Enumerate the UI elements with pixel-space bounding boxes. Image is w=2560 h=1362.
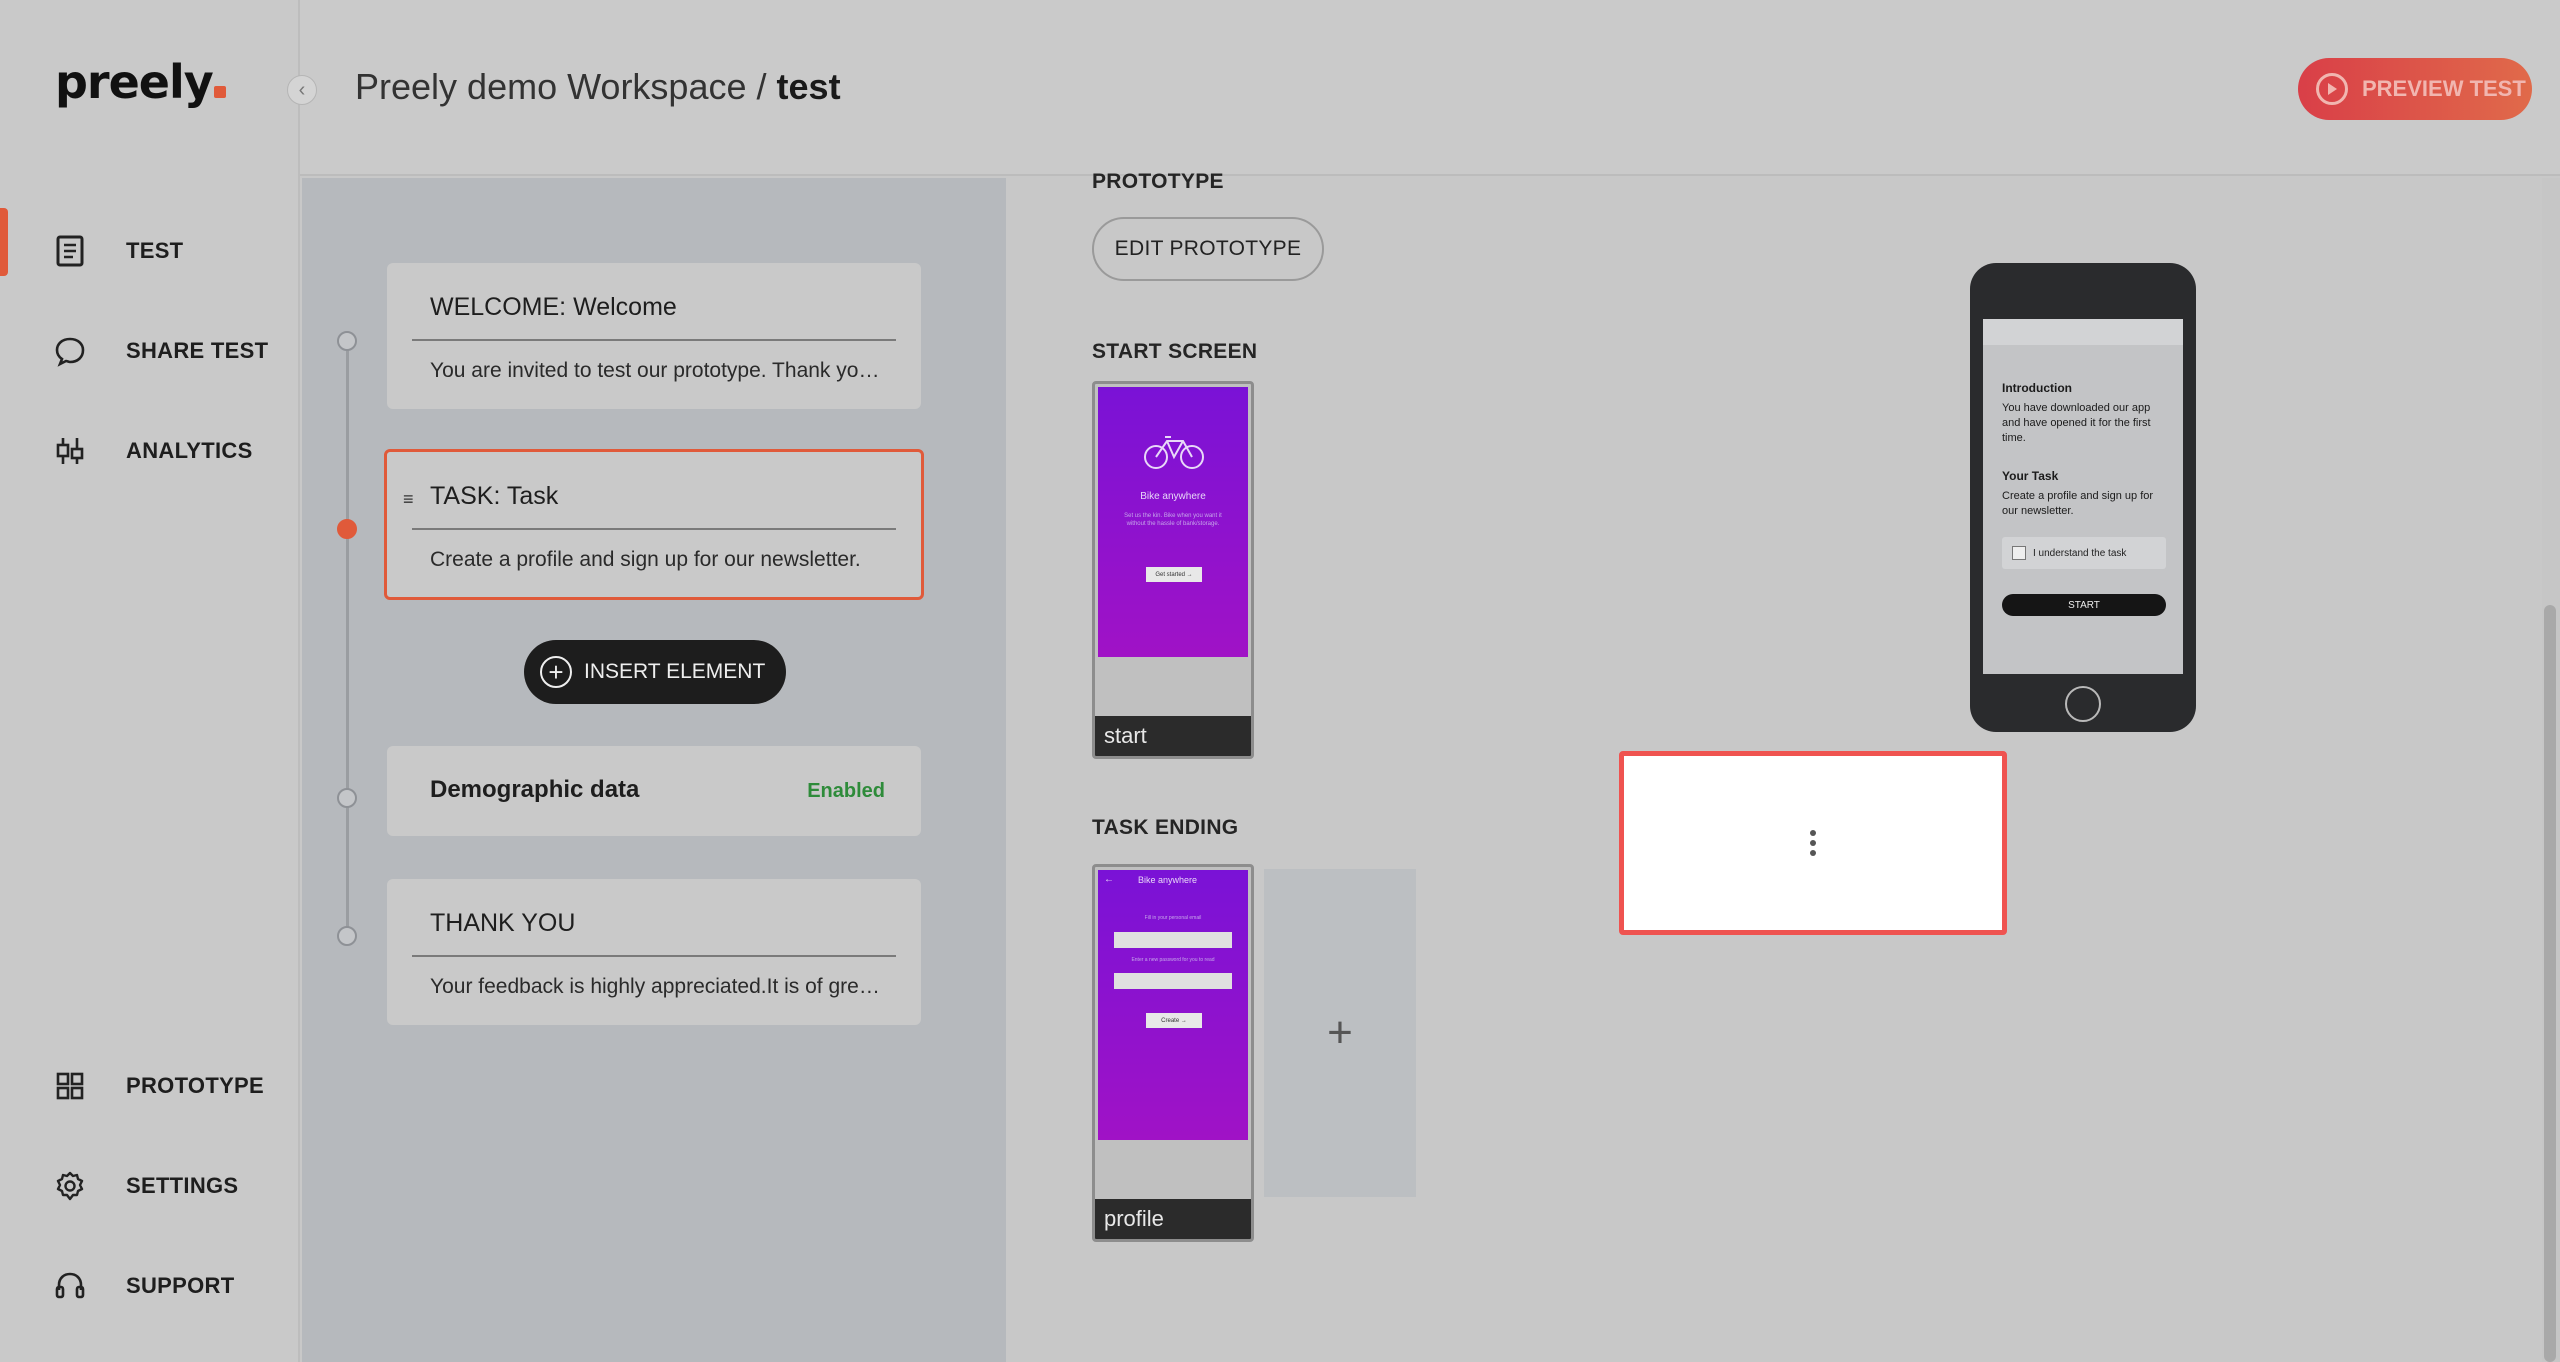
phone-intro-title: Introduction (2002, 381, 2072, 395)
task-title: TASK: Task (430, 482, 559, 510)
sidebar-item-label: SHARE TEST (126, 338, 269, 363)
collapse-sidebar-button[interactable]: ‹ (287, 75, 317, 105)
add-ending-screen-button[interactable]: + (1264, 869, 1416, 1197)
welcome-card[interactable]: WELCOME: Welcome You are invited to test… (387, 263, 921, 409)
start-screen-subtitle: Set us the kin. Bike when you want it wi… (1124, 513, 1222, 527)
demographic-title: Demographic data (430, 776, 640, 803)
task-ending-thumbnail[interactable]: ← Bike anywhere Fill in your personal em… (1092, 864, 1254, 1242)
welcome-description: You are invited to test our prototype. T… (430, 359, 880, 382)
plus-icon: + (1327, 1008, 1353, 1057)
preview-test-button[interactable]: PREVIEW TEST (2298, 58, 2532, 120)
analytics-icon (52, 433, 88, 469)
preely-logo[interactable]: preely (55, 55, 226, 109)
task-description: Create a profile and sign up for our new… (430, 548, 861, 571)
preview-test-label: PREVIEW TEST (2362, 76, 2526, 101)
top-header: Preely demo Workspace / test PREVIEW TES… (300, 0, 2560, 176)
thankyou-description: Your feedback is highly appreciated.It i… (430, 975, 880, 998)
phone-task-title: Your Task (2002, 469, 2059, 483)
scrollbar-thumb[interactable] (2544, 605, 2556, 1362)
breadcrumb: Preely demo Workspace / test (355, 66, 841, 108)
grid-icon (52, 1068, 88, 1104)
profile-screen-preview: ← Bike anywhere Fill in your personal em… (1098, 870, 1248, 1140)
sidebar-item-test[interactable]: TEST (0, 206, 298, 296)
welcome-title: WELCOME: Welcome (430, 293, 677, 321)
sidebar-item-prototype[interactable]: PROTOTYPE (0, 1041, 298, 1131)
sidebar-item-settings[interactable]: SETTINGS (0, 1141, 298, 1231)
sidebar-item-label: SETTINGS (126, 1173, 239, 1198)
play-icon (2316, 73, 2348, 105)
start-screen-title: Bike anywhere (1140, 491, 1206, 502)
flow-node-thankyou (337, 926, 357, 946)
start-screen-cta: Get started → (1146, 567, 1202, 582)
back-arrow-icon: ← (1104, 874, 1114, 885)
flow-timeline (346, 340, 349, 940)
phone-home-button (2065, 686, 2101, 722)
sidebar: preely TEST SHARE TEST ANALYTICS PROTOTY… (0, 0, 300, 1362)
start-screen-preview: Bike anywhere Set us the kin. Bike when … (1098, 387, 1248, 657)
sidebar-item-analytics[interactable]: ANALYTICS (0, 406, 298, 496)
flow-node-welcome (337, 331, 357, 351)
phone-start-button[interactable]: START (2002, 594, 2166, 616)
profile-field-2-label: Enter a new password for you to read (1131, 957, 1215, 963)
status-badge: Enabled (807, 780, 885, 802)
chat-bubble-icon (52, 333, 88, 369)
divider (412, 955, 896, 957)
profile-field-1-label: Fill in your personal email (1144, 915, 1202, 921)
breadcrumb-workspace[interactable]: Preely demo Workspace / (355, 66, 767, 107)
breadcrumb-test-name: test (776, 66, 841, 107)
insert-element-label: INSERT ELEMENT (584, 660, 766, 683)
more-options-icon[interactable] (1810, 830, 1816, 856)
phone-understand-checkbox[interactable]: I understand the task (2002, 537, 2166, 569)
divider (412, 339, 896, 341)
sidebar-item-support[interactable]: SUPPORT (0, 1241, 298, 1331)
document-icon (52, 233, 88, 269)
sidebar-item-label: TEST (126, 238, 184, 263)
thankyou-card[interactable]: THANK YOU Your feedback is highly apprec… (387, 879, 921, 1025)
sidebar-item-label: ANALYTICS (126, 438, 253, 463)
plus-circle-icon: + (540, 656, 572, 688)
drag-handle-icon[interactable]: ≡ (403, 489, 414, 510)
task-ending-caption: profile (1095, 1199, 1251, 1239)
checkbox-label: I understand the task (2033, 547, 2127, 559)
sidebar-item-share-test[interactable]: SHARE TEST (0, 306, 298, 396)
demographic-card[interactable]: Demographic data Enabled (387, 746, 921, 836)
profile-screen-title: Bike anywhere (1138, 875, 1198, 885)
profile-create-button: Create → (1146, 1013, 1202, 1028)
profile-field-2 (1114, 973, 1232, 989)
thankyou-title: THANK YOU (430, 909, 576, 937)
phone-screen: Introduction You have downloaded our app… (1983, 319, 2183, 674)
phone-task-text: Create a profile and sign up for our new… (2002, 490, 2154, 517)
sidebar-item-label: SUPPORT (126, 1273, 235, 1298)
headset-icon (52, 1268, 88, 1304)
divider (412, 528, 896, 530)
prototype-section-label: PROTOTYPE (1092, 170, 1224, 193)
bicycle-icon (1144, 436, 1204, 469)
chevron-left-icon: ‹ (298, 78, 306, 101)
flow-node-task (337, 519, 357, 539)
insert-element-button[interactable]: + INSERT ELEMENT (524, 640, 786, 704)
sidebar-item-label: PROTOTYPE (126, 1073, 264, 1098)
checkbox-icon (2012, 546, 2026, 560)
edit-prototype-button[interactable]: EDIT PROTOTYPE (1092, 217, 1324, 281)
phone-intro-text: You have downloaded our app and have ope… (2002, 402, 2151, 444)
gear-icon (52, 1168, 88, 1204)
task-ending-label: TASK ENDING (1092, 816, 1239, 839)
start-screen-label: START SCREEN (1092, 340, 1258, 363)
start-screen-thumbnail[interactable]: Bike anywhere Set us the kin. Bike when … (1092, 381, 1254, 759)
context-menu-popup (1619, 751, 2007, 935)
profile-field-1 (1114, 932, 1232, 948)
start-screen-caption: start (1095, 716, 1251, 756)
task-card[interactable]: ≡ TASK: Task Create a profile and sign u… (384, 449, 924, 600)
flow-node-demographic (337, 788, 357, 808)
phone-status-bar (1983, 319, 2183, 345)
phone-preview: Introduction You have downloaded our app… (1970, 263, 2196, 732)
